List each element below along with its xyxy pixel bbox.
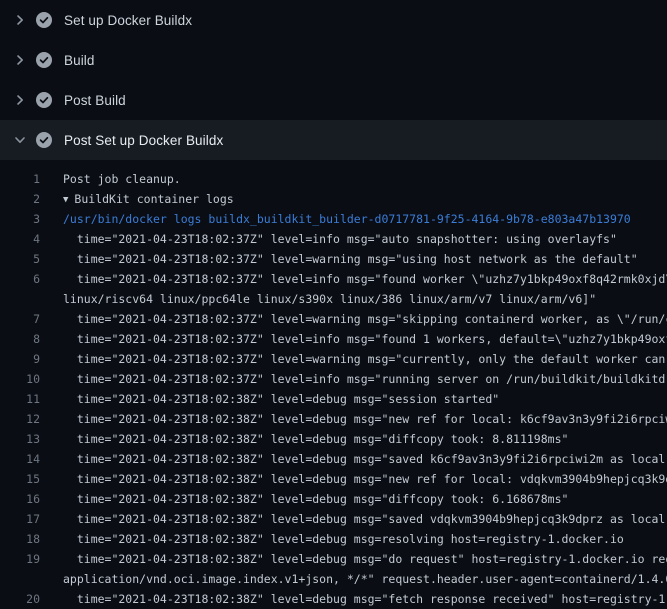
step-label: Build — [64, 53, 95, 68]
chevron-right-icon[interactable] — [12, 92, 28, 108]
log-text: time="2021-04-23T18:02:38Z" level=debug … — [63, 529, 667, 549]
step-header-post-build[interactable]: Post Build — [0, 80, 667, 120]
log-line-continuation: linux/riscv64 linux/ppc64le linux/s390x … — [0, 289, 667, 309]
line-number[interactable]: 9 — [0, 349, 40, 369]
line-number — [0, 569, 40, 589]
log-line: 14 time="2021-04-23T18:02:38Z" level=deb… — [0, 449, 667, 469]
log-line: 4 time="2021-04-23T18:02:37Z" level=info… — [0, 229, 667, 249]
check-circle-icon — [36, 132, 52, 148]
step-header-post-setup-docker-buildx[interactable]: Post Set up Docker Buildx — [0, 120, 667, 160]
line-number[interactable]: 14 — [0, 449, 40, 469]
log-line: 8 time="2021-04-23T18:02:37Z" level=info… — [0, 329, 667, 349]
log-text: time="2021-04-23T18:02:37Z" level=info m… — [63, 329, 667, 349]
line-number[interactable]: 19 — [0, 549, 40, 569]
log-text: time="2021-04-23T18:02:38Z" level=debug … — [63, 549, 667, 569]
line-number[interactable]: 5 — [0, 249, 40, 269]
job-steps-list: Set up Docker Buildx Build Post Build Po… — [0, 0, 667, 160]
log-line: 7 time="2021-04-23T18:02:37Z" level=warn… — [0, 309, 667, 329]
line-number[interactable]: 7 — [0, 309, 40, 329]
log-line: 19 time="2021-04-23T18:02:38Z" level=deb… — [0, 549, 667, 569]
line-number[interactable]: 6 — [0, 269, 40, 289]
log-line: 18 time="2021-04-23T18:02:38Z" level=deb… — [0, 529, 667, 549]
log-text: Post job cleanup. — [63, 169, 667, 189]
chevron-right-icon[interactable] — [12, 52, 28, 68]
log-line: 1 Post job cleanup. — [0, 169, 667, 189]
log-line: 3/usr/bin/docker logs buildx_buildkit_bu… — [0, 209, 667, 229]
line-number[interactable]: 3 — [0, 209, 40, 229]
log-line: 9 time="2021-04-23T18:02:37Z" level=warn… — [0, 349, 667, 369]
log-text: time="2021-04-23T18:02:38Z" level=debug … — [63, 469, 667, 489]
log-line-continuation: application/vnd.oci.image.index.v1+json,… — [0, 569, 667, 589]
line-number[interactable]: 2 — [0, 189, 40, 209]
log-line: 13 time="2021-04-23T18:02:38Z" level=deb… — [0, 429, 667, 449]
line-number[interactable]: 1 — [0, 169, 40, 189]
line-number[interactable]: 12 — [0, 409, 40, 429]
line-number[interactable]: 10 — [0, 369, 40, 389]
log-line: 15 time="2021-04-23T18:02:38Z" level=deb… — [0, 469, 667, 489]
chevron-right-icon[interactable] — [12, 12, 28, 28]
log-line: 12 time="2021-04-23T18:02:38Z" level=deb… — [0, 409, 667, 429]
collapse-triangle-icon[interactable]: ▼ — [63, 190, 68, 209]
log-line: 2 ▼ BuildKit container logs — [0, 189, 667, 209]
log-text: time="2021-04-23T18:02:38Z" level=debug … — [63, 589, 667, 609]
log-text: time="2021-04-23T18:02:37Z" level=warnin… — [63, 349, 667, 369]
log-text: application/vnd.oci.image.index.v1+json,… — [63, 569, 667, 589]
line-number[interactable]: 4 — [0, 229, 40, 249]
log-text: time="2021-04-23T18:02:37Z" level=info m… — [63, 369, 667, 389]
step-log-panel: 1 Post job cleanup. 2 ▼ BuildKit container l… — [0, 160, 667, 609]
chevron-down-icon[interactable] — [12, 132, 28, 148]
line-number[interactable]: 20 — [0, 589, 40, 609]
log-line: 5 time="2021-04-23T18:02:37Z" level=warn… — [0, 249, 667, 269]
check-circle-icon — [36, 12, 52, 28]
step-header-setup-docker-buildx[interactable]: Set up Docker Buildx — [0, 0, 667, 40]
log-line: 6 time="2021-04-23T18:02:37Z" level=info… — [0, 269, 667, 289]
log-line: 10 time="2021-04-23T18:02:37Z" level=inf… — [0, 369, 667, 389]
log-text: time="2021-04-23T18:02:38Z" level=debug … — [63, 409, 667, 429]
step-label: Post Build — [64, 93, 126, 108]
log-text: ▼ BuildKit container logs — [63, 189, 667, 209]
log-line: 20 time="2021-04-23T18:02:38Z" level=deb… — [0, 589, 667, 609]
log-text: time="2021-04-23T18:02:38Z" level=debug … — [63, 509, 667, 529]
line-number[interactable]: 16 — [0, 489, 40, 509]
log-text: time="2021-04-23T18:02:37Z" level=info m… — [63, 269, 667, 289]
check-circle-icon — [36, 92, 52, 108]
line-number[interactable]: 11 — [0, 389, 40, 409]
log-line: 11 time="2021-04-23T18:02:38Z" level=deb… — [0, 389, 667, 409]
log-text: time="2021-04-23T18:02:38Z" level=debug … — [63, 429, 667, 449]
log-text: time="2021-04-23T18:02:37Z" level=info m… — [63, 229, 667, 249]
log-group-title[interactable]: BuildKit container logs — [74, 192, 233, 206]
line-number[interactable]: 15 — [0, 469, 40, 489]
log-text: linux/riscv64 linux/ppc64le linux/s390x … — [63, 289, 667, 309]
step-label: Set up Docker Buildx — [64, 13, 192, 28]
log-command-text: /usr/bin/docker logs buildx_buildkit_bui… — [63, 209, 667, 229]
log-text: time="2021-04-23T18:02:38Z" level=debug … — [63, 389, 667, 409]
log-line: 17 time="2021-04-23T18:02:38Z" level=deb… — [0, 509, 667, 529]
log-text: time="2021-04-23T18:02:37Z" level=warnin… — [63, 309, 667, 329]
check-circle-icon — [36, 52, 52, 68]
line-number[interactable]: 13 — [0, 429, 40, 449]
step-header-build[interactable]: Build — [0, 40, 667, 80]
log-line: 16 time="2021-04-23T18:02:38Z" level=deb… — [0, 489, 667, 509]
line-number[interactable]: 8 — [0, 329, 40, 349]
line-number[interactable]: 18 — [0, 529, 40, 549]
line-number — [0, 289, 40, 309]
step-label: Post Set up Docker Buildx — [64, 133, 223, 148]
log-text: time="2021-04-23T18:02:38Z" level=debug … — [63, 449, 667, 469]
log-text: time="2021-04-23T18:02:37Z" level=warnin… — [63, 249, 667, 269]
log-text: time="2021-04-23T18:02:38Z" level=debug … — [63, 489, 667, 509]
line-number[interactable]: 17 — [0, 509, 40, 529]
